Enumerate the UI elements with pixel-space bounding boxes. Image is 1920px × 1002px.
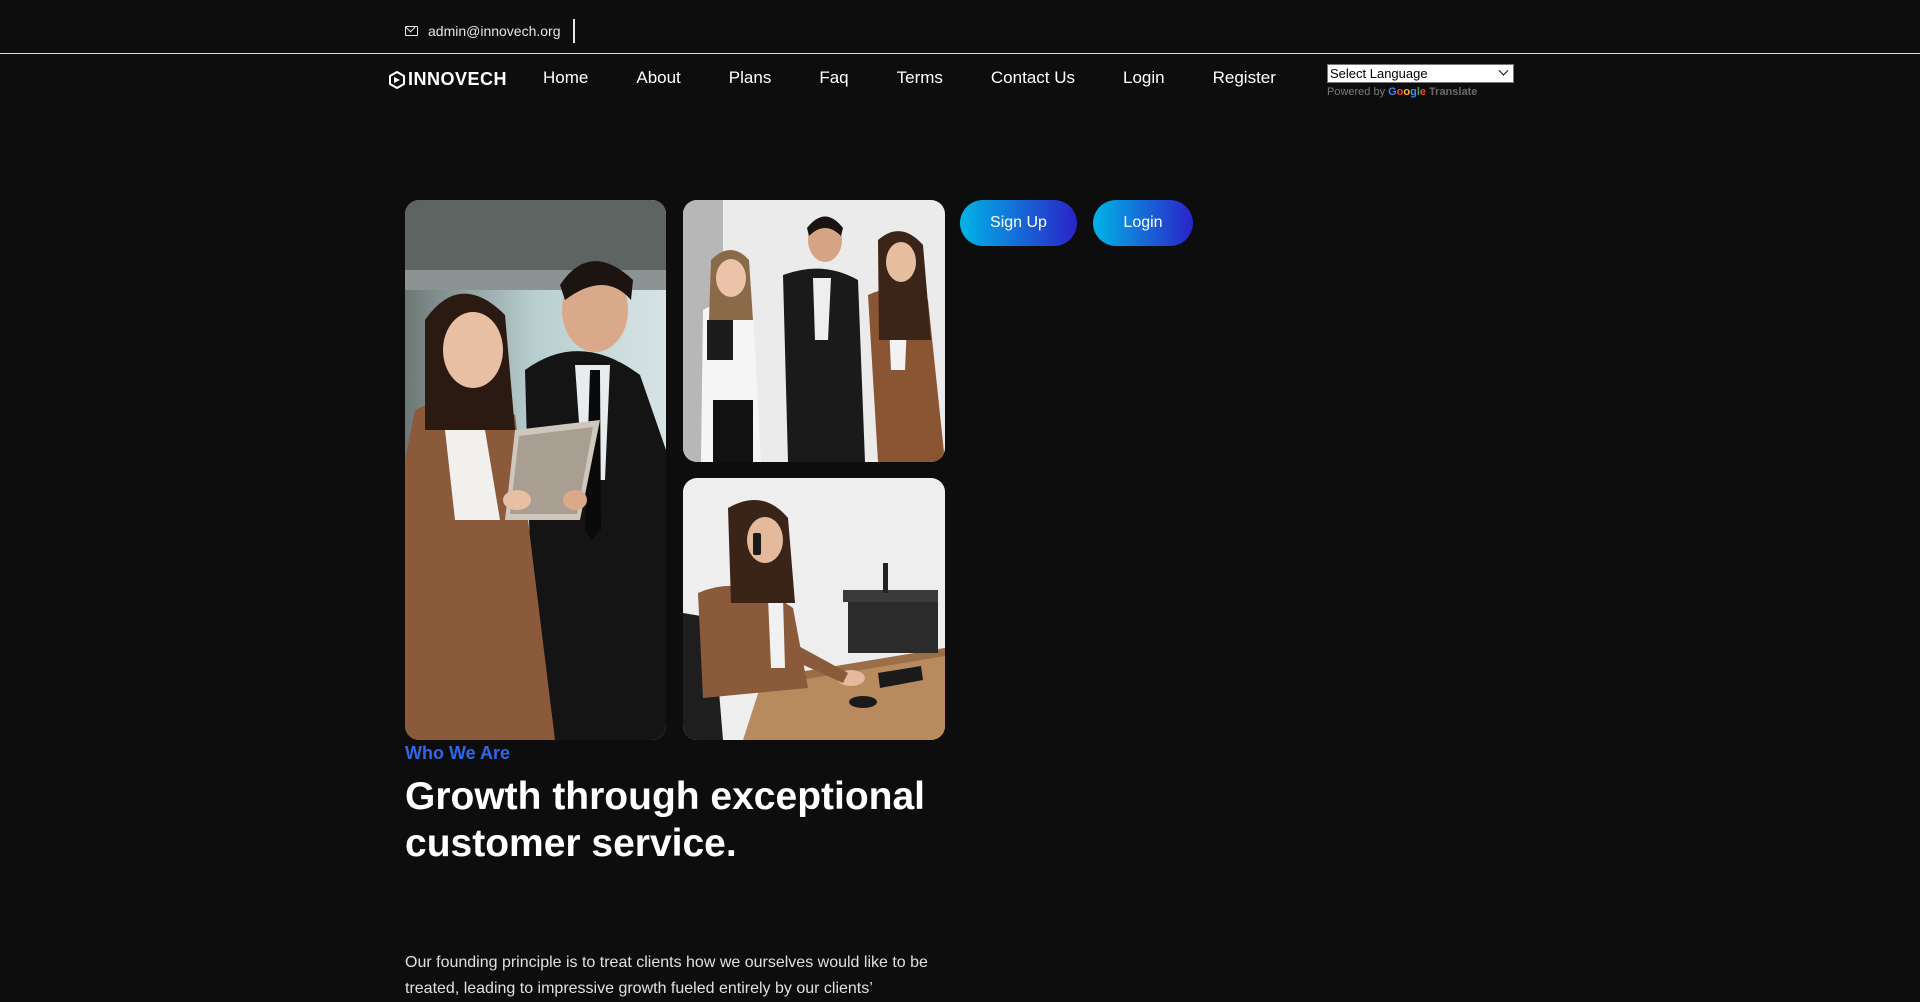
photo-three-colleagues	[683, 200, 945, 462]
photo-colleagues-tablet	[405, 200, 666, 740]
photo-woman-on-phone-image	[683, 478, 945, 740]
section-body-text: Our founding principle is to treat clien…	[405, 954, 928, 997]
powered-by-google: Powered by Google Translate	[1327, 86, 1514, 98]
top-bar: admin@innovech.org	[0, 0, 1920, 54]
contact-email[interactable]: admin@innovech.org	[405, 19, 575, 43]
google-translate-widget: Select Language Powered by Google Transl…	[1327, 64, 1514, 98]
sign-up-button[interactable]: Sign Up	[960, 200, 1077, 246]
section-eyebrow: Who We Are	[405, 743, 511, 763]
language-select[interactable]: Select Language	[1327, 64, 1514, 83]
language-select-value: Select Language	[1330, 66, 1428, 81]
photo-woman-on-phone	[683, 478, 945, 740]
email-text[interactable]: admin@innovech.org	[428, 23, 561, 39]
nav-terms[interactable]: Terms	[897, 68, 943, 88]
nav-contact[interactable]: Contact Us	[991, 68, 1075, 88]
mail-icon	[405, 26, 418, 36]
google-logo[interactable]: Google	[1388, 86, 1426, 98]
nav-home[interactable]: Home	[543, 68, 588, 88]
login-button[interactable]: Login	[1093, 200, 1193, 246]
nav-login[interactable]: Login	[1123, 68, 1165, 88]
main-navbar: INNOVECH Home About Plans Faq Terms Cont…	[0, 55, 1920, 115]
section-headline: Growth through exceptional customer serv…	[405, 775, 926, 865]
photo-three-colleagues-image	[683, 200, 945, 462]
chevron-down-icon	[1498, 65, 1509, 76]
photo-colleagues-tablet-image	[405, 200, 666, 740]
logo-icon	[389, 70, 405, 89]
brand-logo[interactable]: INNOVECH	[389, 69, 507, 90]
nav-plans[interactable]: Plans	[729, 68, 772, 88]
nav-menu: Home About Plans Faq Terms Contact Us Lo…	[543, 68, 1276, 88]
powered-by-text: Powered by	[1327, 86, 1386, 98]
brand-name: INNOVECH	[408, 69, 508, 89]
nav-faq[interactable]: Faq	[819, 68, 848, 88]
translate-link[interactable]: Translate	[1429, 86, 1477, 98]
nav-about[interactable]: About	[636, 68, 680, 88]
nav-register[interactable]: Register	[1213, 68, 1276, 88]
